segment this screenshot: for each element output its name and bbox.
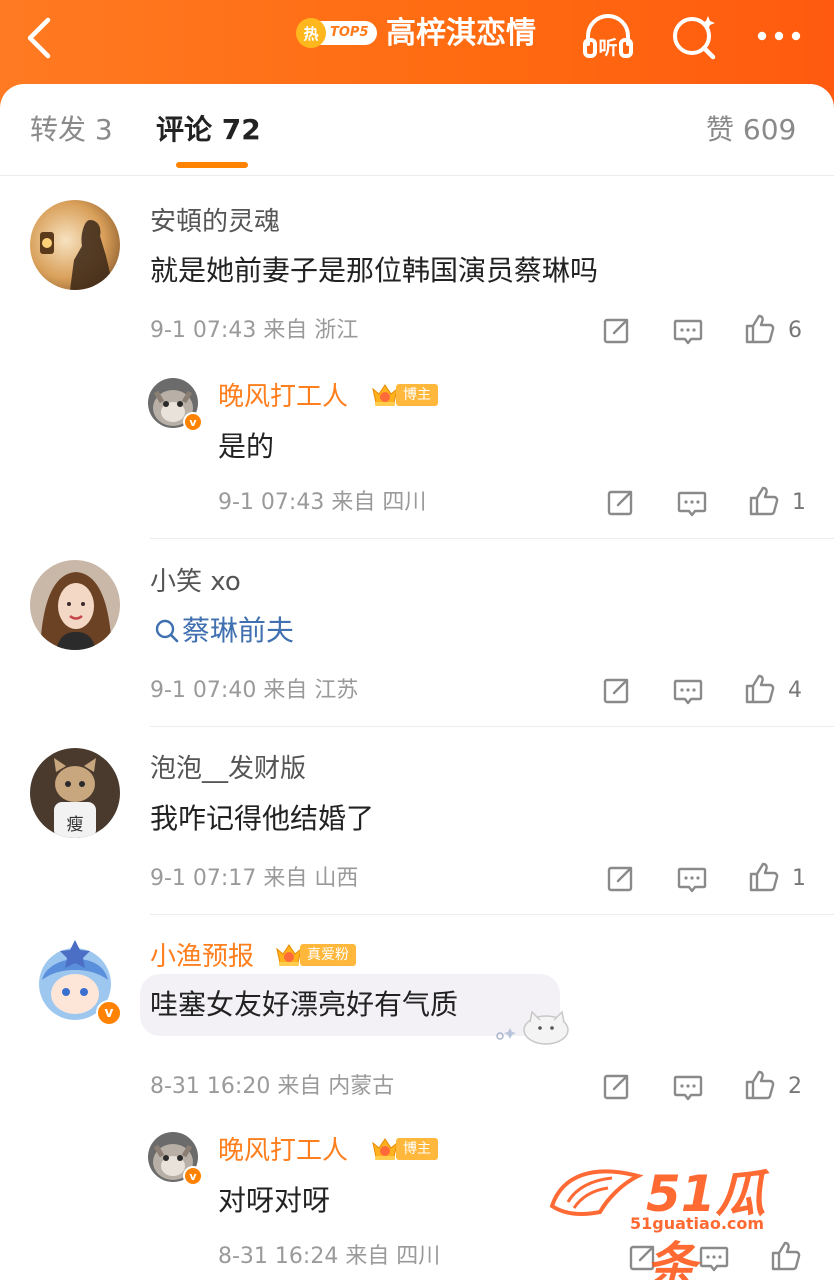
comment-text: 就是她前妻子是那位韩国演员蔡琳吗: [150, 254, 599, 287]
tab-likes[interactable]: 赞 609: [706, 112, 796, 148]
avatar[interactable]: 瘦: [30, 748, 120, 838]
divider: [150, 538, 834, 539]
like-icon[interactable]: [742, 1067, 778, 1103]
hot-rank-label: TOP5: [320, 21, 377, 45]
like-count: 4: [788, 678, 802, 703]
tab-reposts[interactable]: 转发 3: [30, 112, 113, 148]
watermark-logo: [549, 1169, 644, 1216]
avatar-image: [30, 200, 120, 290]
back-arrow-icon: [27, 17, 51, 59]
username[interactable]: 晚风打工人: [218, 1134, 348, 1168]
comment-text: 哇塞女友好漂亮好有气质: [150, 988, 459, 1021]
username[interactable]: 晚风打工人: [218, 380, 348, 414]
comment-meta: 9-1 07:43 来自 四川: [218, 490, 427, 515]
comment-meta: 9-1 07:40 来自 江苏: [150, 678, 359, 703]
tab-comments[interactable]: 评论 72: [156, 112, 261, 148]
search-button[interactable]: [668, 10, 724, 62]
divider: [150, 914, 834, 915]
comment-icon[interactable]: [670, 313, 706, 349]
tab-active-indicator: [176, 162, 248, 168]
comment-icon[interactable]: [674, 861, 710, 897]
search-sparkle-icon: [673, 16, 716, 60]
comment-meta: 8-31 16:20 来自 内蒙古: [150, 1074, 395, 1099]
comment-text: 是的: [218, 430, 275, 463]
like-icon[interactable]: [742, 311, 778, 347]
share-icon[interactable]: [602, 861, 638, 897]
divider: [150, 726, 834, 727]
badge-label: 博主: [396, 1138, 438, 1160]
watermark-url: 51guatiao.com: [630, 1214, 765, 1233]
topic-text: 蔡琳前夫: [182, 614, 295, 647]
username[interactable]: 小渔预报: [150, 940, 254, 974]
hot-rank-badge[interactable]: 热 TOP5: [296, 18, 377, 48]
avatar-image: [30, 560, 120, 650]
verified-icon: v: [96, 1000, 122, 1026]
share-icon[interactable]: [598, 673, 634, 709]
comment-meta: 9-1 07:43 来自 浙江: [150, 318, 359, 343]
like-count: 1: [792, 866, 806, 891]
watermark: 51瓜条 51guatiao.com: [548, 1158, 808, 1280]
page-title[interactable]: 高梓淇恋情: [386, 14, 536, 54]
listen-button[interactable]: 听: [580, 10, 636, 62]
hot-fire-icon: 热: [296, 18, 326, 48]
like-icon[interactable]: [746, 859, 782, 895]
username[interactable]: 安頓的灵魂: [150, 205, 280, 239]
more-button[interactable]: [752, 10, 808, 62]
avatar[interactable]: [30, 560, 120, 650]
bubble-cat-icon: [496, 1010, 569, 1045]
author-badge: 博主: [370, 382, 438, 408]
share-icon[interactable]: [602, 485, 638, 521]
headphones-icon: 听: [583, 14, 633, 59]
verified-icon: v: [183, 412, 203, 432]
listen-label: 听: [598, 36, 617, 59]
search-icon: [155, 619, 179, 643]
username[interactable]: 泡泡__发财版: [150, 752, 306, 786]
like-count: 6: [788, 318, 802, 343]
share-icon[interactable]: [598, 1069, 634, 1105]
more-dots-icon: [757, 31, 801, 41]
like-count: 2: [788, 1074, 802, 1099]
comment-meta: 9-1 07:17 来自 山西: [150, 866, 359, 891]
comment-icon[interactable]: [674, 485, 710, 521]
avatar-shirt-text: 瘦: [67, 815, 84, 835]
comment-meta: 8-31 16:24 来自 四川: [218, 1244, 441, 1269]
back-button[interactable]: [18, 12, 62, 60]
comment-text: 对呀对呀: [218, 1184, 331, 1217]
like-count: 1: [792, 490, 806, 515]
like-icon[interactable]: [746, 483, 782, 519]
share-icon[interactable]: [598, 313, 634, 349]
fan-badge: 真爱粉: [274, 942, 356, 968]
badge-label: 博主: [396, 384, 438, 406]
topic-link[interactable]: 蔡琳前夫: [152, 612, 294, 650]
like-icon[interactable]: [742, 671, 778, 707]
tab-bar: 转发 3 评论 72 赞 609: [0, 84, 834, 176]
comment-icon[interactable]: [670, 673, 706, 709]
avatar-image: 瘦: [30, 748, 120, 838]
comment-text: 我咋记得他结婚了: [150, 802, 375, 835]
verified-icon: v: [183, 1166, 203, 1186]
author-badge: 博主: [370, 1136, 438, 1162]
username[interactable]: 小笑 xo: [150, 565, 241, 599]
badge-label: 真爱粉: [300, 944, 356, 966]
comment-icon[interactable]: [670, 1069, 706, 1105]
avatar[interactable]: [30, 200, 120, 290]
